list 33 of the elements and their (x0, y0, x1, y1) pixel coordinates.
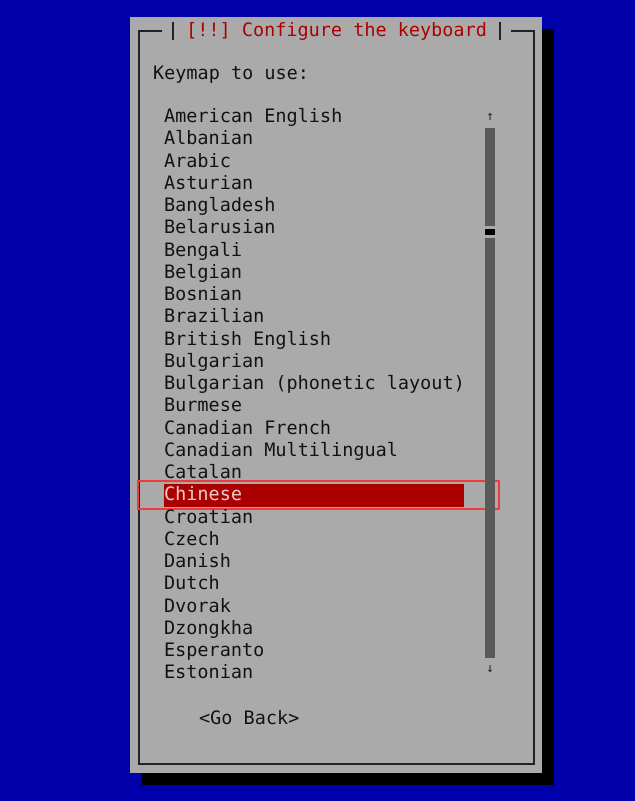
keymap-option[interactable]: Arabic (164, 150, 464, 173)
keymap-option[interactable]: Estonian (164, 662, 464, 684)
keymap-option[interactable]: Belgian (164, 262, 464, 284)
keymap-option[interactable]: Bulgarian (phonetic layout) (164, 373, 464, 396)
keymap-option[interactable]: Danish (164, 551, 464, 574)
keymap-option[interactable]: American English (164, 106, 464, 128)
keymap-option[interactable]: Canadian French (164, 418, 464, 440)
keymap-option[interactable]: Catalan (164, 462, 464, 484)
scroll-down-arrow[interactable]: ↓ (486, 658, 494, 680)
scroll-up-arrow[interactable]: ↑ (486, 106, 494, 128)
keymap-option[interactable]: Belarusian (164, 217, 464, 240)
keymap-option[interactable]: Esperanto (164, 640, 464, 662)
keymap-option[interactable]: Canadian Multilingual (164, 440, 464, 462)
keymap-option[interactable]: Burmese (164, 395, 464, 418)
keymap-option[interactable]: Dzongkha (164, 618, 464, 640)
keymap-option[interactable]: Dutch (164, 573, 464, 596)
prompt-label: Keymap to use: (153, 63, 310, 85)
keymap-option[interactable]: Dvorak (164, 596, 464, 618)
scrollbar-thumb[interactable] (485, 226, 495, 238)
keymap-option[interactable]: Bangladesh (164, 195, 464, 218)
keymap-option[interactable]: Chinese (164, 484, 464, 506)
keymap-option[interactable]: Bulgarian (164, 350, 464, 373)
keymap-option[interactable]: Albanian (164, 128, 464, 150)
window-title: [!!] Configure the keyboard (185, 19, 488, 43)
keymap-option[interactable]: Croatian (164, 506, 464, 529)
scrollbar-track[interactable] (485, 128, 495, 658)
keymap-option[interactable]: Asturian (164, 172, 464, 195)
keymap-option[interactable]: Bengali (164, 240, 464, 262)
keymap-option[interactable]: Brazilian (164, 306, 464, 328)
go-back-button[interactable]: <Go Back> (199, 708, 300, 730)
keymap-option[interactable]: British English (164, 328, 464, 351)
keymap-option[interactable]: Czech (164, 528, 464, 551)
keymap-option[interactable]: Bosnian (164, 284, 464, 306)
